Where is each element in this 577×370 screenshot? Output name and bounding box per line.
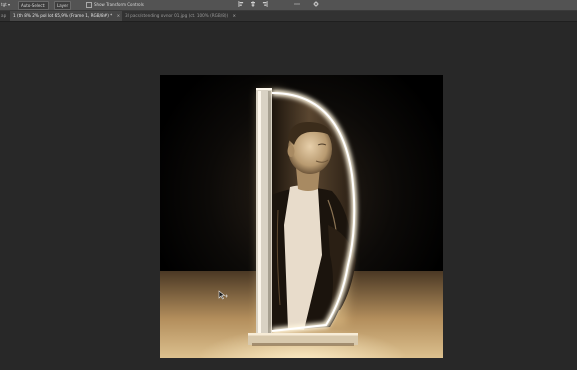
document-tab-bar: ap 1 (th 8% 2% pol lot 65,9% (Frame 1, R… — [0, 11, 577, 22]
show-transform-label: Show Transform Controls — [94, 2, 144, 7]
tab-partial-label: ap — [1, 13, 7, 18]
tab-inactive-label: 3l pacs/stending ovnor 01.jpg (ct. 100% … — [125, 13, 229, 18]
show-transform-controls-checkbox[interactable]: Show Transform Controls — [86, 1, 144, 8]
close-icon[interactable]: × — [232, 13, 236, 18]
auto-select-field[interactable]: Auto-Select: — [18, 1, 49, 10]
auto-select-target-dropdown[interactable]: Layer — [54, 1, 72, 10]
product-image — [160, 75, 443, 358]
canvas-workspace[interactable] — [0, 22, 577, 370]
options-partial-label[interactable]: tgt ▾ — [1, 1, 10, 8]
tab-active-label: 1 (th 8% 2% pol lot 65,9% (Frame 1, RGB/… — [13, 13, 113, 18]
tab-partial[interactable]: ap — [0, 11, 10, 21]
tab-inactive-document[interactable]: 3l pacs/stending ovnor 01.jpg (ct. 100% … — [122, 11, 236, 21]
tab-active-document[interactable]: 1 (th 8% 2% pol lot 65,9% (Frame 1, RGB/… — [10, 11, 122, 21]
move-cursor-icon — [218, 285, 228, 300]
ellipsis-icon[interactable] — [294, 1, 300, 7]
align-right-icon[interactable] — [262, 1, 268, 7]
options-bar: tgt ▾ Auto-Select: Layer Show Transform … — [0, 0, 577, 11]
align-left-icon[interactable] — [238, 1, 244, 7]
document-canvas[interactable] — [160, 75, 443, 358]
close-icon[interactable]: × — [117, 13, 121, 18]
gear-icon[interactable] — [313, 1, 319, 7]
align-center-icon[interactable] — [250, 1, 256, 7]
